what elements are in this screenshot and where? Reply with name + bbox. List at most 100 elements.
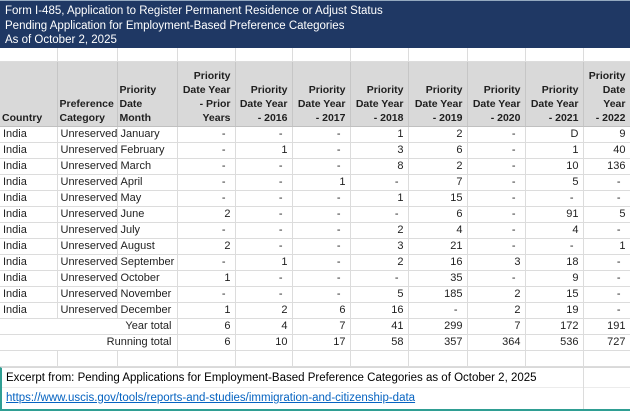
table-row: IndiaUnreservedSeptember-1-216318- xyxy=(0,254,630,270)
column-header-2020: Priority Date Year - 2020 xyxy=(467,61,525,126)
value-cell: 2 xyxy=(350,254,408,270)
value-cell: - xyxy=(292,190,350,206)
value-cell: - xyxy=(177,126,235,142)
value-cell: - xyxy=(350,206,408,222)
value-cell: - xyxy=(177,222,235,238)
total-value-cell: 4 xyxy=(235,318,292,334)
total-value-cell: 536 xyxy=(525,334,583,350)
pending-applications-table: Country Preference Category Priority Dat… xyxy=(0,48,630,367)
table-row: IndiaUnreservedNovember---5185215- xyxy=(0,286,630,302)
value-cell: 15 xyxy=(525,286,583,302)
value-cell: - xyxy=(467,190,525,206)
value-cell: - xyxy=(292,126,350,142)
value-cell: 7 xyxy=(408,174,467,190)
table-row: IndiaUnreservedMarch---82-10136 xyxy=(0,158,630,174)
value-cell: - xyxy=(583,286,630,302)
category-cell: Unreserved xyxy=(57,158,117,174)
value-cell: 6 xyxy=(408,206,467,222)
value-cell: - xyxy=(408,302,467,318)
column-header-2018: Priority Date Year - 2018 xyxy=(350,61,408,126)
category-cell: Unreserved xyxy=(57,270,117,286)
report-title-line-1: Form I-485, Application to Register Perm… xyxy=(5,4,630,19)
value-cell: - xyxy=(235,222,292,238)
table-row: IndiaUnreservedJune2---6-915 xyxy=(0,206,630,222)
empty-cell xyxy=(467,48,525,61)
table-row: IndiaUnreservedJanuary---12-D9 xyxy=(0,126,630,142)
uscis-data-link[interactable]: https://www.uscis.gov/tools/reports-and-… xyxy=(2,389,415,404)
value-cell: - xyxy=(235,206,292,222)
total-value-cell: 299 xyxy=(408,318,467,334)
spacer-row xyxy=(0,48,630,61)
spreadsheet-report: Form I-485, Application to Register Perm… xyxy=(0,0,630,411)
value-cell: - xyxy=(177,142,235,158)
value-cell: - xyxy=(177,174,235,190)
total-value-cell: 6 xyxy=(177,318,235,334)
empty-cell xyxy=(57,48,117,61)
category-cell: Unreserved xyxy=(57,142,117,158)
value-cell: 19 xyxy=(525,302,583,318)
month-cell: February xyxy=(117,142,177,158)
value-cell: 1 xyxy=(177,270,235,286)
empty-cell xyxy=(525,350,583,366)
column-header-category: Preference Category xyxy=(57,61,117,126)
value-cell: - xyxy=(235,286,292,302)
column-header-month: Priority Date Month xyxy=(117,61,177,126)
gridline xyxy=(583,368,584,411)
value-cell: - xyxy=(467,270,525,286)
value-cell: 5 xyxy=(350,286,408,302)
total-row-label: Running total xyxy=(0,334,177,350)
value-cell: - xyxy=(467,174,525,190)
empty-cell xyxy=(467,350,525,366)
country-cell: India xyxy=(0,302,57,318)
value-cell: - xyxy=(467,158,525,174)
value-cell: 1 xyxy=(235,254,292,270)
value-cell: 15 xyxy=(408,190,467,206)
empty-cell xyxy=(408,350,467,366)
value-cell: 2 xyxy=(235,302,292,318)
month-cell: December xyxy=(117,302,177,318)
category-cell: Unreserved xyxy=(57,190,117,206)
value-cell: 18 xyxy=(525,254,583,270)
value-cell: - xyxy=(177,286,235,302)
total-value-cell: 6 xyxy=(177,334,235,350)
country-cell: India xyxy=(0,254,57,270)
value-cell: 1 xyxy=(292,174,350,190)
value-cell: 3 xyxy=(350,238,408,254)
month-cell: May xyxy=(117,190,177,206)
column-header-2019: Priority Date Year - 2019 xyxy=(408,61,467,126)
value-cell: 1 xyxy=(525,142,583,158)
value-cell: - xyxy=(583,270,630,286)
footer: Excerpt from: Pending Applications for E… xyxy=(0,367,630,411)
value-cell: 3 xyxy=(350,142,408,158)
category-cell: Unreserved xyxy=(57,222,117,238)
country-cell: India xyxy=(0,238,57,254)
value-cell: - xyxy=(525,190,583,206)
total-value-cell: 357 xyxy=(408,334,467,350)
value-cell: 2 xyxy=(177,206,235,222)
value-cell: 1 xyxy=(350,126,408,142)
table-row: IndiaUnreservedAugust2--321--1 xyxy=(0,238,630,254)
value-cell: 6 xyxy=(292,302,350,318)
value-cell: - xyxy=(583,302,630,318)
value-cell: 2 xyxy=(350,222,408,238)
value-cell: - xyxy=(235,190,292,206)
table-row: IndiaUnreservedDecember12616-219- xyxy=(0,302,630,318)
source-link-row: https://www.uscis.gov/tools/reports-and-… xyxy=(2,387,630,406)
value-cell: - xyxy=(583,254,630,270)
country-cell: India xyxy=(0,270,57,286)
column-header-prior-years: Priority Date Year - Prior Years xyxy=(177,61,235,126)
value-cell: 1 xyxy=(350,190,408,206)
empty-cell xyxy=(525,48,583,61)
value-cell: - xyxy=(467,206,525,222)
value-cell: - xyxy=(583,190,630,206)
empty-cell xyxy=(235,350,292,366)
empty-cell xyxy=(292,48,350,61)
value-cell: 4 xyxy=(525,222,583,238)
month-cell: March xyxy=(117,158,177,174)
column-header-2021: Priority Date Year - 2021 xyxy=(525,61,583,126)
total-value-cell: 7 xyxy=(467,318,525,334)
country-cell: India xyxy=(0,222,57,238)
value-cell: - xyxy=(292,270,350,286)
value-cell: D xyxy=(525,126,583,142)
value-cell: 2 xyxy=(467,302,525,318)
